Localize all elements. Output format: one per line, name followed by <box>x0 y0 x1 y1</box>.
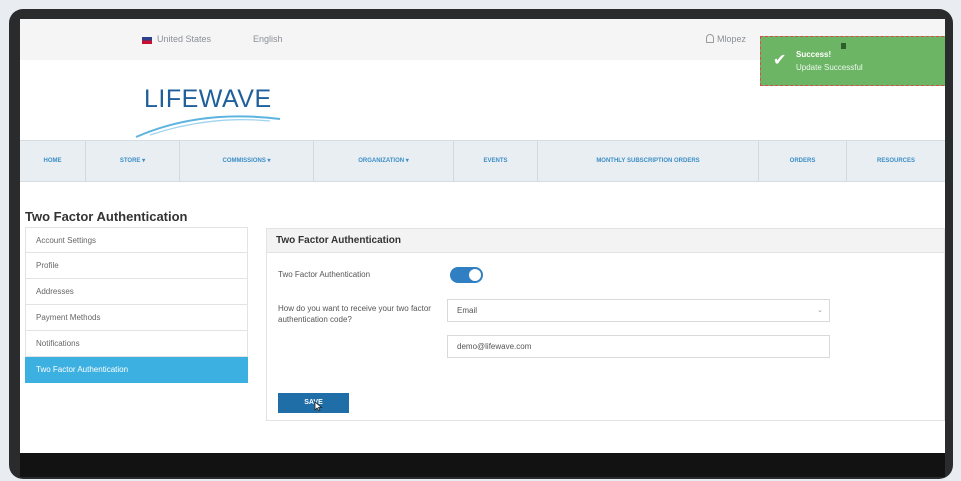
nav-orders[interactable]: ORDERS <box>759 141 847 181</box>
language-selector[interactable]: English <box>253 34 283 44</box>
email-field[interactable]: demo@lifewave.com <box>447 335 830 358</box>
device-bottom-bar <box>20 453 945 477</box>
method-select-value: Email <box>457 306 478 315</box>
sidebar-item-account-settings[interactable]: Account Settings <box>25 227 248 253</box>
sidebar-item-profile[interactable]: Profile <box>25 253 248 279</box>
mouse-cursor-icon <box>314 401 323 412</box>
flag-icon <box>841 43 846 49</box>
toast-message: Update Successful <box>796 63 863 72</box>
sidebar-item-notifications[interactable]: Notifications <box>25 331 248 357</box>
method-label: How do you want to receive your two fact… <box>278 304 431 324</box>
logo-text: LIFEWAVE <box>144 85 272 113</box>
sidebar-item-addresses[interactable]: Addresses <box>25 279 248 305</box>
sidebar-item-payment-methods[interactable]: Payment Methods <box>25 305 248 331</box>
nav-resources[interactable]: RESOURCES <box>847 141 945 181</box>
nav-monthly-subscription-orders[interactable]: MONTHLY SUBSCRIPTION ORDERS <box>538 141 759 181</box>
sidebar-item-two-factor-authentication[interactable]: Two Factor Authentication <box>25 357 248 383</box>
panel-title: Two Factor Authentication <box>267 229 944 253</box>
two-factor-toggle[interactable] <box>450 267 483 283</box>
main-nav: HOME STORE ▾ COMMISSIONS ▾ ORGANIZATION … <box>20 140 945 182</box>
user-name: Mlopez <box>717 34 747 44</box>
device-frame: United States English Mlopez LIFEWAVE HO… <box>9 9 953 479</box>
page-title: Two Factor Authentication <box>25 209 188 224</box>
toggle-knob <box>469 269 481 281</box>
toggle-label: Two Factor Authentication <box>278 270 371 279</box>
two-factor-panel: Two Factor Authentication Two Factor Aut… <box>266 228 945 421</box>
success-toast[interactable]: ✔ Success! Update Successful <box>760 36 945 86</box>
country-selector[interactable]: United States <box>157 34 211 44</box>
user-icon <box>706 34 714 43</box>
nav-home[interactable]: HOME <box>20 141 86 181</box>
checkmark-icon: ✔ <box>773 52 787 69</box>
chevron-down-icon: ⌄ <box>817 307 823 314</box>
user-menu[interactable]: Mlopez <box>706 34 746 44</box>
nav-commissions[interactable]: COMMISSIONS ▾ <box>180 141 314 181</box>
nav-events[interactable]: EVENTS <box>454 141 538 181</box>
lifewave-logo[interactable]: LIFEWAVE <box>130 79 320 139</box>
account-sidebar: Account Settings Profile Addresses Payme… <box>25 227 248 383</box>
nav-store[interactable]: STORE ▾ <box>86 141 180 181</box>
toast-title: Success! <box>796 50 832 59</box>
nav-organization[interactable]: ORGANIZATION ▾ <box>314 141 454 181</box>
method-select[interactable]: Email ⌄ <box>447 299 830 322</box>
browser-screen: United States English Mlopez LIFEWAVE HO… <box>20 19 945 453</box>
us-flag-icon <box>142 37 152 44</box>
